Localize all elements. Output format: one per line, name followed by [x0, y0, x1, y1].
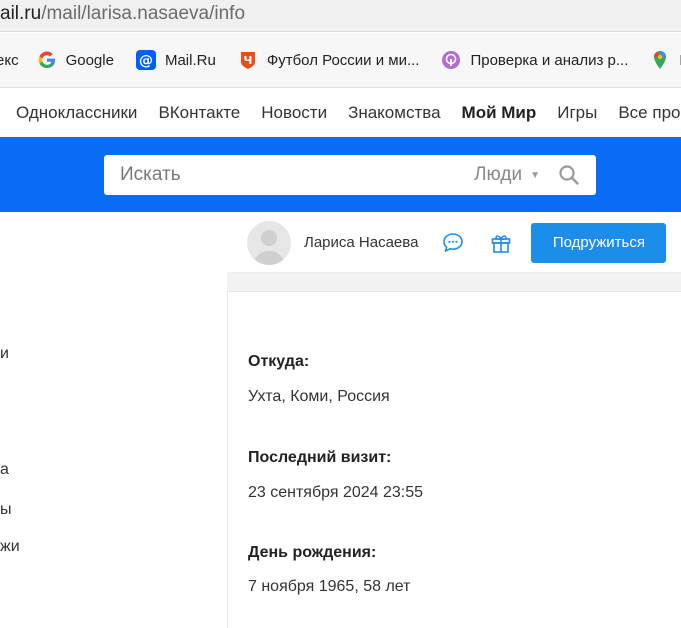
search-input[interactable] [104, 164, 475, 186]
url-path: /mail/larisa.nasaeva/info [41, 3, 246, 24]
avatar[interactable] [247, 220, 291, 265]
nav-my-world[interactable]: Мой Мир [462, 103, 537, 123]
last-visit-label: Последний визит: [248, 449, 392, 466]
search-scope-dropdown[interactable]: Люди ▼ [474, 164, 540, 186]
portal-nav: Одноклассники ВКонтакте Новости Знакомст… [0, 89, 681, 137]
maps-pin-icon [650, 50, 670, 70]
sidebar-item-fragment[interactable]: и [0, 345, 9, 363]
url-host: ail.ru [0, 3, 42, 24]
search-icon[interactable] [558, 164, 580, 186]
nav-games[interactable]: Игры [557, 103, 597, 123]
birthday-value: 7 ноября 1965, 58 лет [248, 578, 411, 595]
sidebar-item-fragment[interactable]: ы [0, 501, 12, 519]
nav-vkontakte[interactable]: ВКонтакте [158, 103, 240, 123]
bookmark-football[interactable]: Ч Футбол России и ми... [238, 50, 420, 70]
from-label: Откуда: [248, 353, 310, 370]
mailru-icon: @ [135, 50, 156, 70]
default-avatar-icon [253, 229, 285, 265]
header-bar: Люди ▼ [0, 137, 681, 212]
nav-all-projects[interactable]: Все про [618, 103, 680, 123]
address-bar[interactable]: ail.ru/mail/larisa.nasaeva/info [0, 0, 681, 32]
caret-down-icon: ▼ [530, 169, 540, 181]
left-sidebar [0, 212, 227, 628]
nav-odnoklassniki[interactable]: Одноклассники [16, 103, 137, 123]
profile-header: Лариса Насаева Подружиться [227, 213, 681, 273]
message-icon[interactable] [440, 230, 466, 256]
podcast-icon [441, 50, 461, 70]
bookmark-label: Mail.Ru [164, 51, 216, 69]
profile-info-panel: Откуда: Ухта, Коми, Россия Последний виз… [227, 291, 681, 628]
svg-text:@: @ [139, 53, 153, 69]
bookmark-yandex[interactable]: екс [0, 52, 19, 69]
bookmark-podcast[interactable]: Проверка и анализ р... [441, 50, 628, 70]
google-icon [37, 50, 57, 70]
birthday-label: День рождения: [248, 544, 377, 561]
section-divider [227, 273, 681, 291]
nav-news[interactable]: Новости [261, 103, 327, 123]
bookmark-label: Футбол России и ми... [266, 51, 420, 69]
bookmarks-bar: екс Google @ Mail.Ru Ч Футбо [0, 33, 681, 88]
bookmark-mailru[interactable]: @ Mail.Ru [135, 50, 216, 70]
sidebar-item-fragment[interactable]: жи [0, 538, 20, 556]
search-scope-label: Люди [474, 164, 523, 185]
svg-text:Ч: Ч [243, 54, 252, 67]
gift-icon[interactable] [488, 230, 514, 256]
bookmark-label: Google [65, 51, 114, 69]
bookmark-label: Проверка и анализ р... [470, 51, 629, 69]
bookmark-maps[interactable]: К [650, 50, 681, 70]
sidebar-item-fragment[interactable]: а [0, 461, 9, 479]
football-icon: Ч [238, 50, 258, 70]
bookmark-google[interactable]: Google [37, 50, 114, 70]
search-box: Люди ▼ [104, 155, 596, 195]
profile-name[interactable]: Лариса Насаева [304, 234, 418, 251]
bookmark-label: екс [0, 51, 19, 69]
from-value: Ухта, Коми, Россия [248, 388, 390, 405]
nav-dating[interactable]: Знакомства [348, 103, 440, 123]
add-friend-button[interactable]: Подружиться [531, 222, 667, 263]
last-visit-value: 23 сентября 2024 23:55 [248, 484, 424, 501]
